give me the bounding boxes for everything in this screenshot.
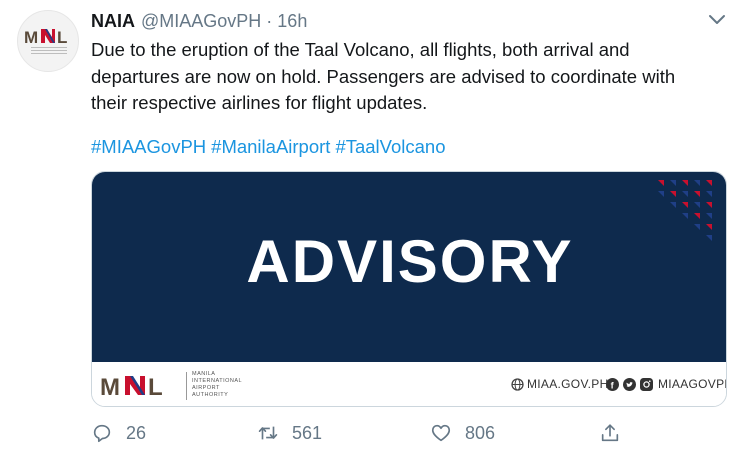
tweet-text-line: departures are now on hold. Passengers a… (91, 65, 676, 87)
authority-line: AUTHORITY (192, 392, 229, 398)
authority-line: AIRPORT (192, 385, 220, 391)
chevron-down-icon[interactable] (708, 14, 726, 26)
user-handle[interactable]: @MIAAGovPH (141, 11, 261, 32)
hashtag-link[interactable]: #TaalVolcano (335, 136, 445, 157)
tweet-action-bar: 26 561 806 (91, 421, 731, 445)
heart-icon (431, 424, 451, 442)
footer-divider (186, 372, 187, 400)
instagram-icon (640, 378, 653, 391)
globe-icon (511, 378, 524, 391)
reply-icon (93, 424, 111, 443)
authority-line: INTERNATIONAL (192, 378, 243, 384)
svg-text:L: L (148, 374, 163, 397)
display-name[interactable]: NAIA (91, 11, 135, 32)
website-url: MIAA.GOV.PH (527, 377, 609, 391)
advisory-banner: ADVISORY (92, 172, 726, 362)
tweet-text-line: Due to the eruption of the Taal Volcano,… (91, 39, 630, 60)
authority-name: MANILA INTERNATIONAL AIRPORT AUTHORITY (192, 371, 242, 399)
advisory-headline: ADVISORY (246, 228, 574, 295)
tweet-text-line: their respective airlines for flight upd… (91, 92, 428, 113)
retweet-button[interactable]: 561 (257, 421, 322, 445)
tweet-header: NAIA @MIAAGovPH · 16h (91, 9, 307, 33)
triangle-pattern-decoration (658, 180, 712, 241)
retweet-count: 561 (292, 422, 323, 443)
twitter-icon (623, 378, 636, 391)
tweet-text: Due to the eruption of the Taal Volcano,… (91, 37, 731, 117)
reply-count: 26 (126, 422, 147, 443)
share-icon (601, 424, 619, 442)
hashtag-link[interactable]: #ManilaAirport (211, 136, 330, 157)
social-handle: MIAAGOVPH (658, 377, 727, 391)
svg-text:L: L (57, 28, 67, 45)
svg-text:M: M (24, 28, 38, 45)
separator-dot: · (266, 10, 273, 31)
media-card[interactable]: ADVISORY M L MANILA INTERNATIONAL AIRPOR… (91, 171, 727, 407)
card-footer: M L MANILA INTERNATIONAL AIRPORT AUTHORI… (92, 362, 727, 406)
share-button[interactable] (599, 421, 621, 445)
mnl-logo: M L (24, 28, 67, 45)
retweet-icon (258, 426, 278, 440)
like-count: 806 (465, 422, 496, 443)
mnl-footer-logo: M L (100, 374, 163, 397)
authority-line: MANILA (192, 371, 216, 377)
hashtags: #MIAAGovPH #ManilaAirport #TaalVolcano (91, 134, 451, 160)
facebook-icon: f (606, 378, 619, 391)
avatar[interactable]: M L (17, 10, 79, 72)
svg-text:M: M (100, 374, 120, 397)
tweet-timestamp[interactable]: 16h (277, 11, 307, 32)
hashtag-link[interactable]: #MIAAGovPH (91, 136, 206, 157)
avatar-subtext-lines (31, 47, 67, 56)
like-button[interactable]: 806 (430, 421, 495, 445)
reply-button[interactable]: 26 (91, 421, 146, 445)
